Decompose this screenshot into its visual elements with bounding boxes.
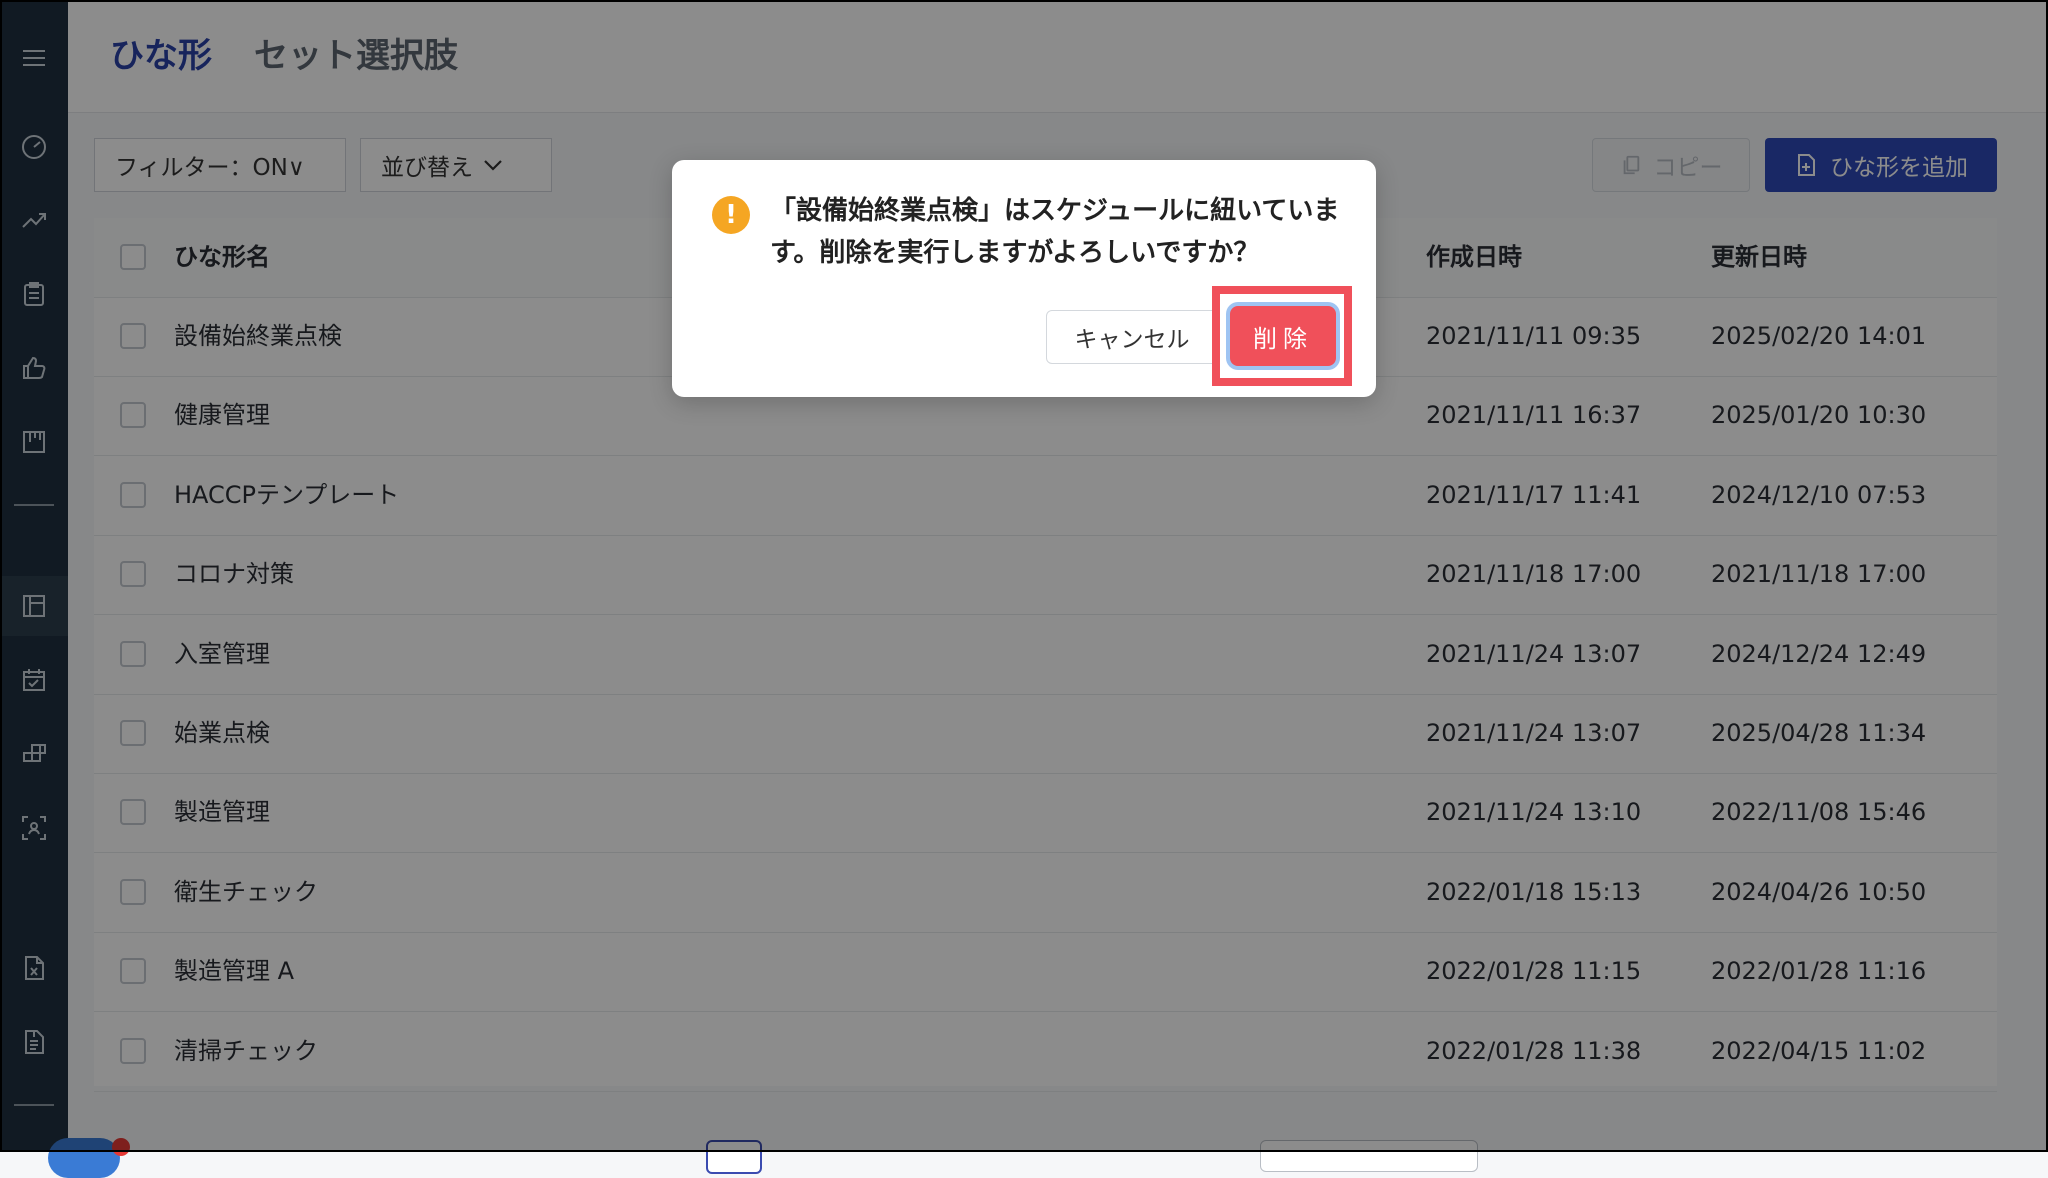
warning-icon: !: [712, 196, 750, 234]
cancel-button[interactable]: キャンセル: [1046, 310, 1218, 364]
dialog-message: 「設備始終業点検」はスケジュールに紐いています。削除を実行しますがよろしいですか…: [770, 196, 1340, 268]
delete-confirm-dialog: ! 「設備始終業点検」はスケジュールに紐いています。削除を実行しますがよろしいで…: [672, 160, 1376, 397]
delete-button[interactable]: 削除: [1230, 306, 1336, 366]
